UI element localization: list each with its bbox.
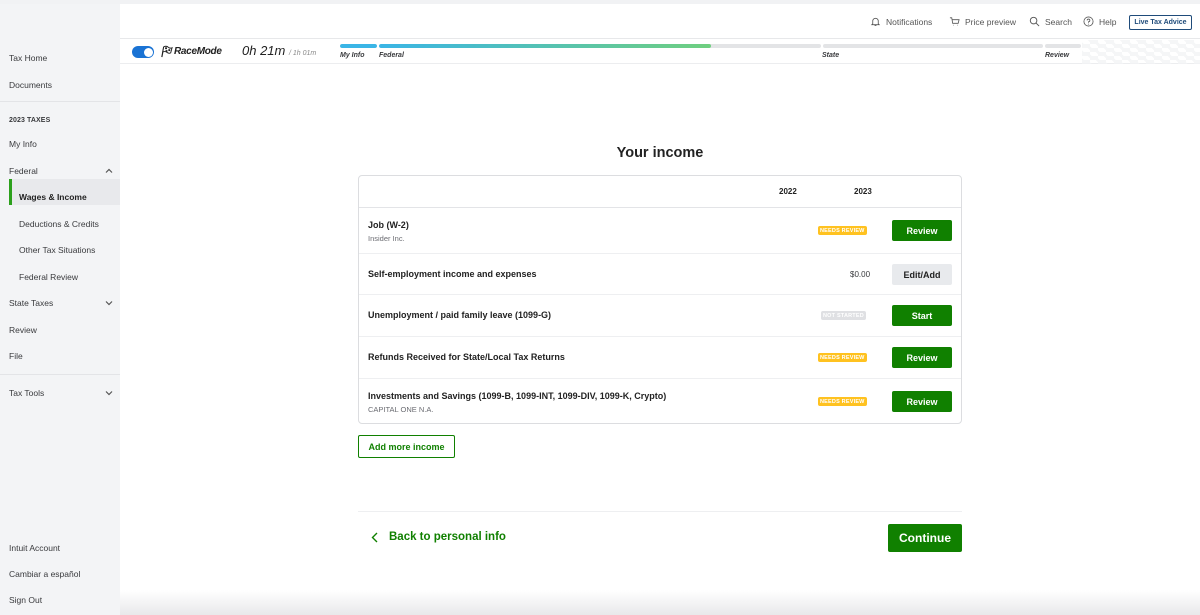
page-title: Your income [616, 145, 704, 161]
row-title: Investments and Savings (1099-B, 1099-IN… [368, 391, 667, 401]
sidebar-item-state-taxes[interactable]: State Taxes [9, 298, 120, 308]
row-amount: $0.00 [850, 270, 871, 279]
racemode-timer: 0h 21m / 1h 01m [242, 43, 316, 58]
row-subtitle: Insider Inc. [368, 234, 405, 243]
price-preview-label: Price preview [965, 16, 1017, 27]
row-title: Self-employment income and expenses [368, 269, 537, 279]
notifications-label: Notifications [886, 16, 933, 27]
table-row: Self-employment income and expenses $0.0… [359, 254, 961, 295]
progress-segment-review [1045, 44, 1081, 48]
sidebar-section-heading: 2023 TAXES [9, 117, 51, 124]
progress-fill [340, 44, 377, 48]
sidebar-item-label: State Taxes [9, 298, 54, 308]
status-badge: NOT STARTED [821, 311, 866, 320]
sidebar-item-wages-income[interactable]: Wages & Income [19, 192, 120, 202]
chevron-down-icon [105, 301, 113, 306]
sidebar-divider [0, 374, 120, 375]
add-more-income-button[interactable]: Add more income [358, 435, 455, 458]
table-row: Unemployment / paid family leave (1099-G… [359, 295, 961, 337]
sidebar-divider [0, 101, 120, 102]
status-badge: NEEDS REVIEW [818, 353, 867, 362]
progress-segment-state [823, 44, 1043, 48]
row-title: Unemployment / paid family leave (1099-G… [368, 310, 552, 320]
review-button[interactable]: Review [892, 347, 952, 368]
progress-segment-my-info [340, 44, 377, 48]
sidebar-item-documents[interactable]: Documents [9, 80, 120, 90]
progress-label-my-info: My Info [340, 52, 365, 59]
price-preview-link[interactable]: Price preview [949, 16, 1016, 27]
row-title: Job (W-2) [368, 220, 409, 230]
notifications-link[interactable]: Notifications [870, 16, 932, 27]
sidebar-active-indicator [9, 179, 12, 205]
sidebar-item-sign-out[interactable]: Sign Out [9, 595, 120, 605]
chevron-left-icon [371, 532, 378, 542]
back-link[interactable]: Back to personal info [370, 531, 506, 543]
status-badge: NEEDS REVIEW [818, 226, 867, 235]
table-row: Refunds Received for State/Local Tax Ret… [359, 337, 961, 379]
sidebar-item-tax-tools[interactable]: Tax Tools [9, 388, 120, 398]
help-link[interactable]: Help [1083, 16, 1116, 27]
checkered-flag-icon [161, 45, 173, 58]
cart-icon [949, 17, 960, 26]
finish-line-pattern [1082, 40, 1200, 64]
footer-divider [358, 511, 962, 512]
sidebar-item-file[interactable]: File [9, 351, 120, 361]
chevron-down-icon [105, 391, 113, 396]
racemode-toggle[interactable] [132, 46, 154, 58]
progress-label-review: Review [1045, 52, 1070, 59]
back-link-label: Back to personal info [389, 531, 506, 543]
sidebar-item-label: Federal [9, 166, 38, 176]
live-tax-advice-button[interactable]: Live Tax Advice [1129, 15, 1192, 30]
sidebar-item-my-info[interactable]: My Info [9, 139, 120, 149]
search-icon [1029, 16, 1040, 27]
sidebar-item-label: Tax Tools [9, 388, 45, 398]
income-table: 2022 2023 Job (W-2) Insider Inc. NEEDS R… [358, 175, 962, 424]
status-badge: NEEDS REVIEW [818, 397, 867, 406]
column-header-2022: 2022 [779, 187, 797, 196]
review-button[interactable]: Review [892, 220, 952, 241]
bottom-fade [120, 590, 1200, 615]
search-link[interactable]: Search [1029, 16, 1072, 27]
progress-label-state: State [822, 52, 840, 59]
sidebar-item-other-tax-situations[interactable]: Other Tax Situations [19, 245, 120, 255]
search-label: Search [1045, 16, 1072, 27]
sidebar-item-federal-review[interactable]: Federal Review [19, 272, 120, 282]
sidebar-item-deductions-credits[interactable]: Deductions & Credits [19, 219, 120, 229]
table-row: Job (W-2) Insider Inc. NEEDS REVIEW Revi… [359, 208, 961, 254]
progress-fill [379, 44, 711, 48]
sidebar-item-tax-home[interactable]: Tax Home [9, 53, 120, 63]
chevron-up-icon [105, 168, 113, 173]
help-icon [1083, 16, 1094, 27]
edit-add-button[interactable]: Edit/Add [892, 264, 952, 285]
start-button[interactable]: Start [892, 305, 952, 326]
sidebar-item-federal[interactable]: Federal [9, 166, 120, 176]
review-button[interactable]: Review [892, 391, 952, 412]
progress-label-federal: Federal [379, 52, 404, 59]
elapsed-time: 0h 21m [242, 43, 286, 58]
sidebar-item-review[interactable]: Review [9, 325, 120, 335]
sidebar-item-language[interactable]: Cambiar a español [9, 569, 120, 579]
help-label: Help [1099, 16, 1117, 27]
row-subtitle: CAPITAL ONE N.A. [368, 405, 434, 414]
racemode-label: RaceMode [174, 46, 222, 57]
row-title: Refunds Received for State/Local Tax Ret… [368, 352, 565, 362]
racemode-bar: RaceMode 0h 21m / 1h 01m My Info Federal… [120, 40, 1200, 64]
sidebar-item-intuit-account[interactable]: Intuit Account [9, 543, 120, 553]
table-header: 2022 2023 [359, 176, 961, 208]
bell-icon [870, 17, 881, 27]
table-row: Investments and Savings (1099-B, 1099-IN… [359, 379, 961, 423]
column-header-2023: 2023 [854, 187, 872, 196]
continue-button[interactable]: Continue [888, 524, 962, 552]
sidebar: Tax Home Documents 2023 TAXES My Info Fe… [0, 4, 120, 615]
progress-segment-federal [379, 44, 821, 48]
top-header: Notifications Price preview Search Help … [120, 4, 1200, 39]
estimated-total-time: / 1h 01m [289, 50, 317, 57]
